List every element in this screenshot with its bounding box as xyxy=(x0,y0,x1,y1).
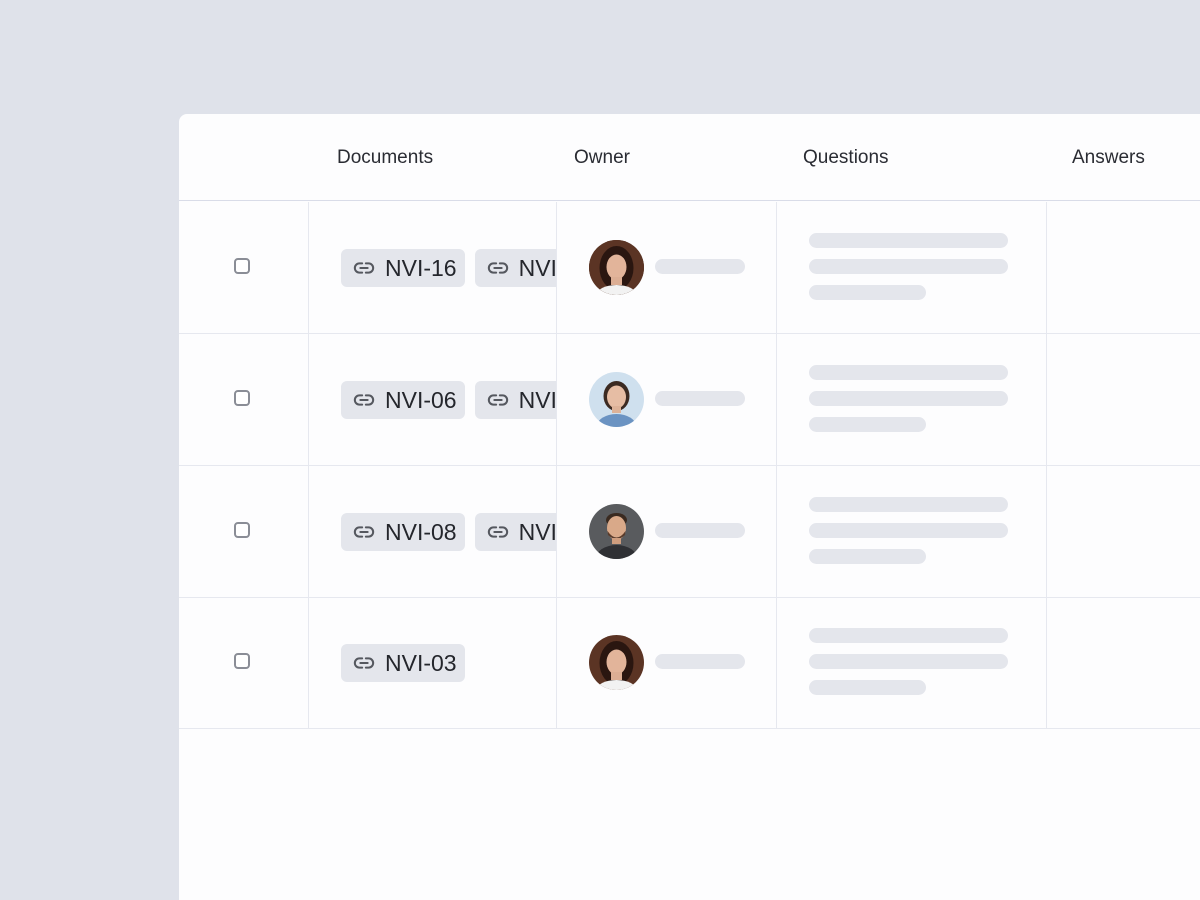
link-icon xyxy=(353,657,375,669)
document-chip[interactable]: NVI xyxy=(474,249,556,287)
documents-cell: NVI-06 NVI xyxy=(341,381,556,421)
document-chip[interactable]: NVI-08 xyxy=(341,513,465,551)
owner-name-placeholder xyxy=(655,391,745,406)
owner-name-placeholder xyxy=(655,654,745,669)
owner-name-placeholder xyxy=(655,523,745,538)
row-checkbox[interactable] xyxy=(234,258,250,274)
table-row[interactable]: NVI-06 NVI xyxy=(179,334,1200,466)
column-header-documents[interactable]: Documents xyxy=(337,114,433,201)
link-icon xyxy=(353,262,375,274)
row-checkbox[interactable] xyxy=(234,390,250,406)
table-row[interactable]: NVI-16 NVI xyxy=(179,202,1200,334)
question-line-placeholder xyxy=(809,628,1008,643)
column-header-owner[interactable]: Owner xyxy=(574,114,630,201)
documents-cell: NVI-16 NVI xyxy=(341,249,556,289)
question-line-placeholder xyxy=(809,497,1008,512)
question-line-placeholder xyxy=(809,417,926,432)
link-icon xyxy=(487,262,508,274)
document-chip[interactable]: NVI xyxy=(474,513,556,551)
documents-cell: NVI-03 xyxy=(341,644,556,684)
man-beard-avatar xyxy=(589,504,644,559)
document-chip-label: NVI-03 xyxy=(385,649,457,676)
column-header-answers[interactable]: Answers xyxy=(1072,114,1145,201)
question-line-placeholder xyxy=(809,233,1008,248)
link-icon xyxy=(487,526,508,538)
column-header-questions[interactable]: Questions xyxy=(803,114,889,201)
row-checkbox[interactable] xyxy=(234,522,250,538)
document-chip[interactable]: NVI-03 xyxy=(341,644,465,682)
table-row[interactable]: NVI-03 xyxy=(179,597,1200,729)
question-line-placeholder xyxy=(809,391,1008,406)
table-row[interactable]: NVI-08 NVI xyxy=(179,466,1200,598)
question-line-placeholder xyxy=(809,365,1008,380)
document-chip-label: NVI-08 xyxy=(385,518,457,545)
document-chip[interactable]: NVI xyxy=(474,381,556,419)
document-chip-label: NVI xyxy=(518,254,556,281)
question-line-placeholder xyxy=(809,523,1008,538)
question-line-placeholder xyxy=(809,259,1008,274)
row-checkbox[interactable] xyxy=(234,653,250,669)
link-icon xyxy=(487,394,508,406)
document-chip[interactable]: NVI-06 xyxy=(341,381,465,419)
question-line-placeholder xyxy=(809,285,926,300)
link-icon xyxy=(353,394,375,406)
woman-blue-shirt-avatar xyxy=(589,372,644,427)
question-line-placeholder xyxy=(809,549,926,564)
document-chip-label: NVI-16 xyxy=(385,254,457,281)
owner-avatar[interactable] xyxy=(589,372,644,427)
woman-dark-hair-avatar xyxy=(589,635,644,690)
question-line-placeholder xyxy=(809,680,926,695)
document-chip-label: NVI xyxy=(518,518,556,545)
table-header: Documents Owner Questions Answers xyxy=(179,114,1200,201)
link-icon xyxy=(353,526,375,538)
owner-avatar[interactable] xyxy=(589,635,644,690)
question-line-placeholder xyxy=(809,654,1008,669)
documents-table-panel: Documents Owner Questions Answers NVI-16… xyxy=(179,114,1200,900)
woman-dark-hair-avatar xyxy=(589,240,644,295)
document-chip[interactable]: NVI-16 xyxy=(341,249,465,287)
document-chip-label: NVI-06 xyxy=(385,386,457,413)
owner-avatar[interactable] xyxy=(589,504,644,559)
owner-name-placeholder xyxy=(655,259,745,274)
owner-avatar[interactable] xyxy=(589,240,644,295)
document-chip-label: NVI xyxy=(518,386,556,413)
documents-cell: NVI-08 NVI xyxy=(341,513,556,553)
